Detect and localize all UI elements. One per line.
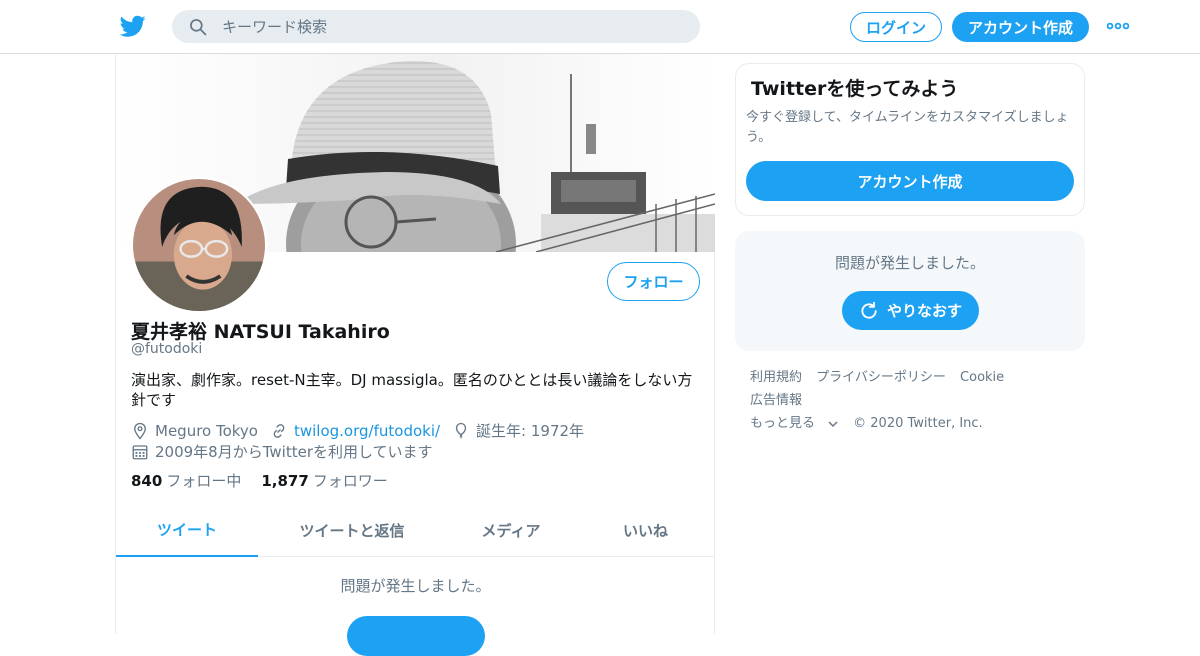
tab-tweets[interactable]: ツイート [116,504,258,557]
signup-card-description: 今すぐ登録して、タイムラインをカスタマイズしましょう。 [746,110,1069,145]
top-navigation-bar: ログイン アカウント作成 [0,0,1200,54]
followers-count: 1,877 [261,472,309,490]
profile-joined-date: 2009年8月からTwitterを利用しています [155,443,433,461]
profile-column: フォロー 夏井孝裕 NATSUI Takahiro @futodoki 演出家、… [115,54,715,656]
timeline-error-message: 問題が発生しました。 [340,577,491,595]
profile-avatar[interactable] [131,177,267,313]
signup-card: Twitterを使ってみよう 今すぐ登録して、タイムラインをカスタマイズしましょ… [735,63,1085,216]
profile-handle: @futodoki [131,341,203,357]
following-label: フォロー中 [166,472,242,490]
signup-card-button[interactable]: アカウント作成 [746,161,1074,201]
footer-link-terms[interactable]: 利用規約 [750,370,802,385]
profile-joined-row: 2009年8月からTwitterを利用しています [131,441,433,462]
profile-bio: 演出家、劇作家。reset-N主宰。DJ massigla。匿名のひととは長い議… [131,371,693,409]
sidebar-footer: 利用規約 プライバシーポリシー Cookie 広告情報 もっと見る © 2020… [750,366,1080,435]
search-box[interactable] [172,10,700,43]
search-icon [190,19,207,36]
profile-tabs: ツイート ツイートと返信 メディア いいね [116,504,715,557]
footer-link-cookie[interactable]: Cookie [960,370,1004,385]
footer-copyright: © 2020 Twitter, Inc. [853,416,983,431]
sidebar-retry-button[interactable]: やりなおす [842,291,979,330]
sidebar-retry-label: やりなおす [886,302,962,320]
profile-location: Meguro Tokyo [155,421,258,440]
sidebar-error-message: 問題が発生しました。 [834,254,985,272]
calendar-icon [132,444,148,459]
follow-button[interactable]: フォロー [607,262,700,301]
footer-more-label: もっと見る [750,416,816,431]
more-options-icon[interactable] [1106,18,1130,34]
profile-name: 夏井孝裕 NATSUI Takahiro [131,321,390,343]
footer-link-privacy[interactable]: プライバシーポリシー [816,370,946,385]
chevron-down-icon [828,420,838,427]
signup-card-title: Twitterを使ってみよう [751,78,959,100]
footer-more-button[interactable]: もっと見る [750,416,839,431]
tab-media[interactable]: メディア [446,504,576,557]
timeline-retry-button[interactable] [347,616,485,656]
followers-link[interactable]: 1,877 フォロワー [261,470,387,491]
location-icon [134,422,146,440]
following-link[interactable]: 840 フォロー中 [131,470,241,491]
footer-link-ads[interactable]: 広告情報 [750,393,802,408]
tab-tweets-and-replies[interactable]: ツイートと返信 [258,504,446,557]
link-icon [273,423,285,438]
balloon-icon [455,422,467,438]
login-button[interactable]: ログイン [850,12,942,42]
profile-meta-row: Meguro Tokyo twilog.org/futodoki/ 誕生年: 1… [131,420,584,441]
signup-button[interactable]: アカウント作成 [952,12,1089,42]
profile-birthday: 誕生年: 1972年 [476,422,585,440]
follow-counts: 840 フォロー中 1,877 フォロワー [131,470,388,491]
search-input[interactable] [222,10,682,43]
profile-website-link[interactable]: twilog.org/futodoki/ [294,422,440,440]
following-count: 840 [131,472,163,490]
tab-likes[interactable]: いいね [576,504,715,557]
twitter-bird-icon[interactable] [120,13,146,39]
refresh-icon [861,301,877,319]
followers-label: フォロワー [312,472,388,490]
sidebar-error-card: 問題が発生しました。 やりなおす [735,231,1085,351]
